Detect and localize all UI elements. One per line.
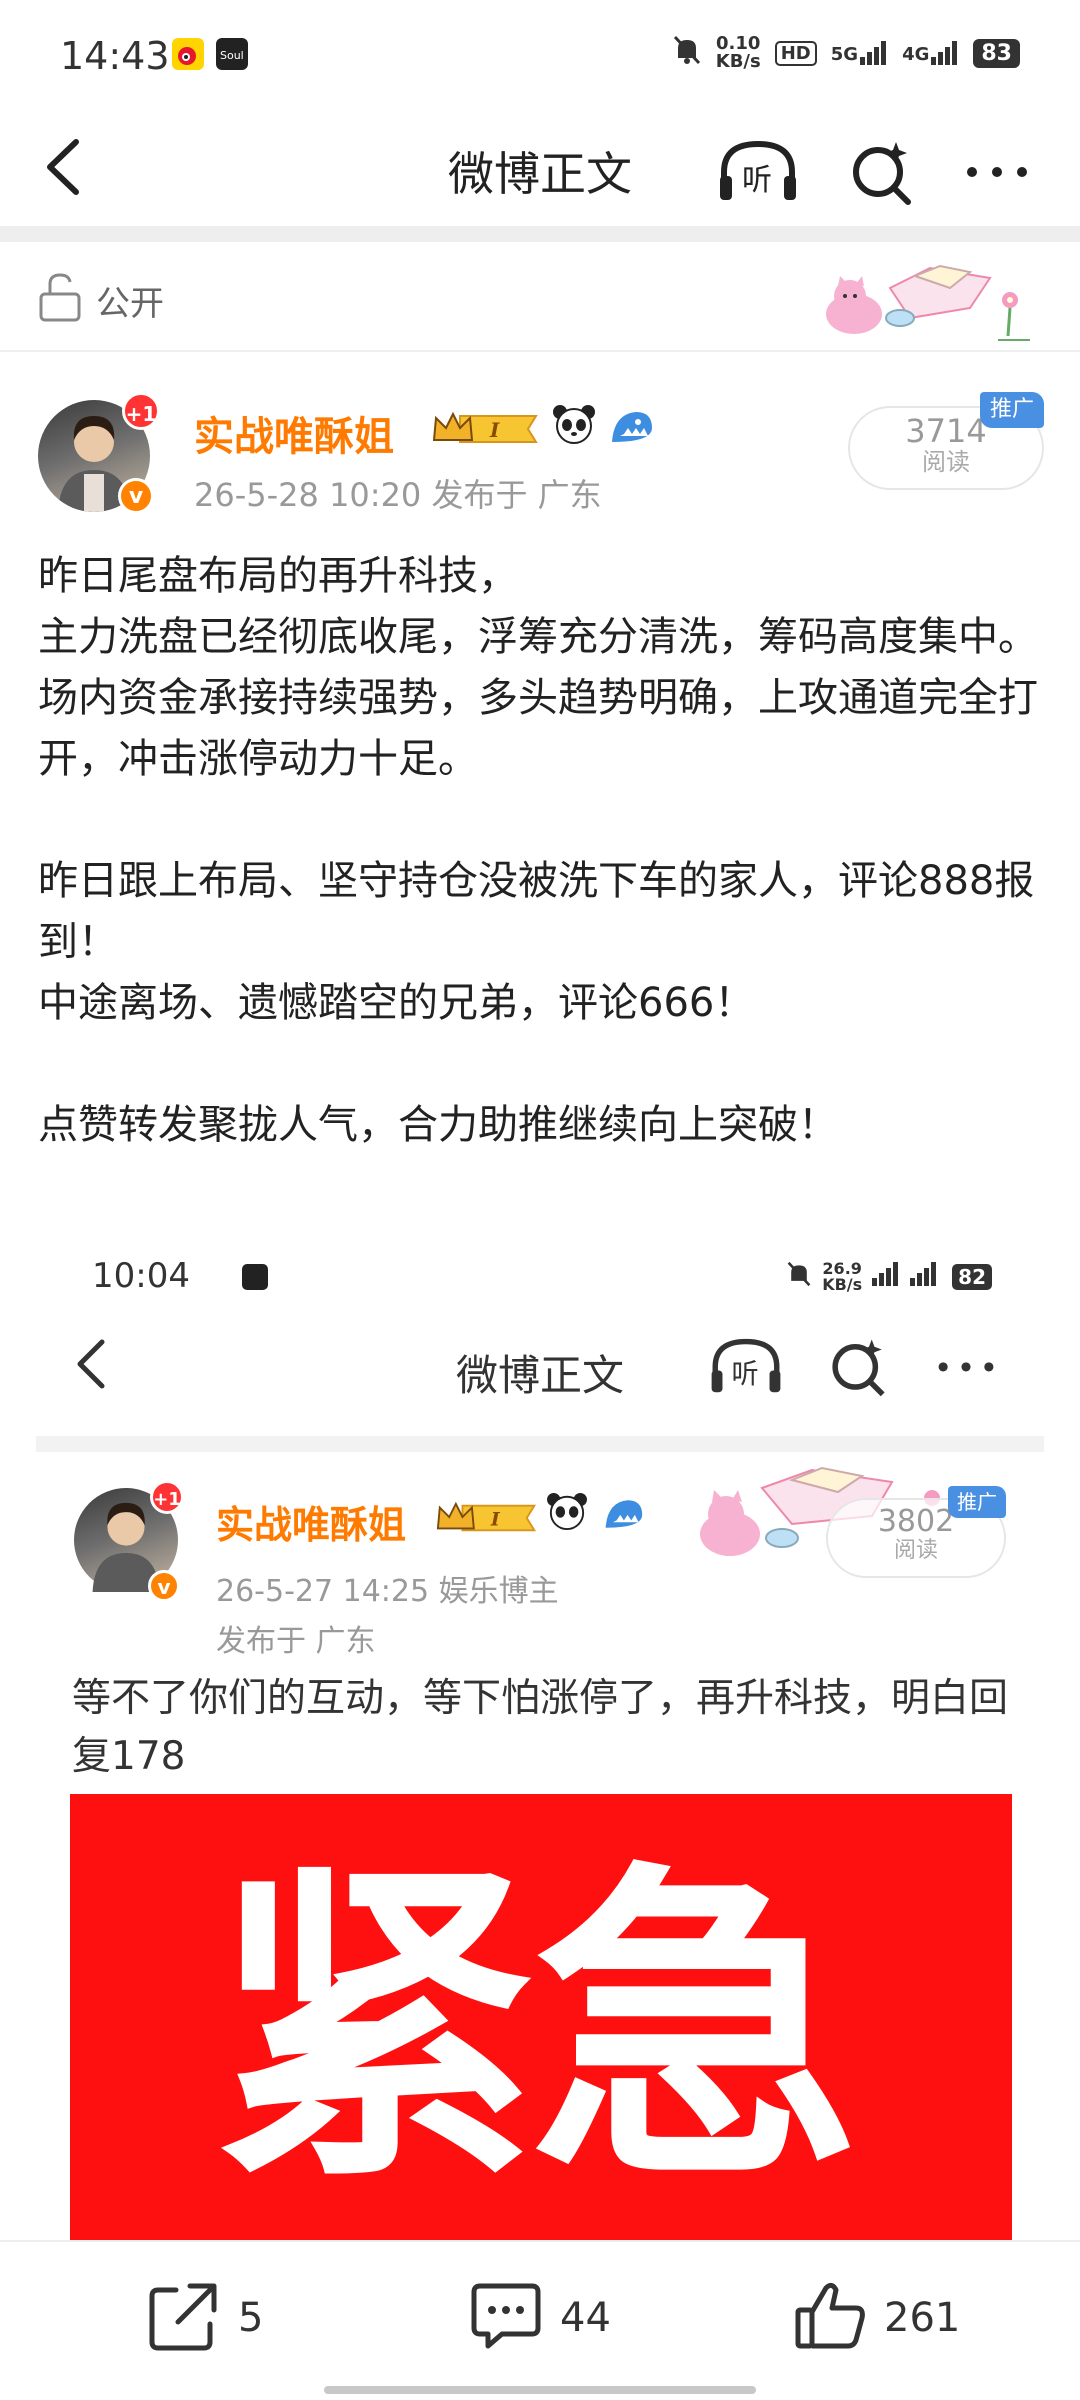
comment-icon (468, 2278, 544, 2358)
battery-indicator: 83 (973, 38, 1020, 68)
post-paragraph-empty (38, 1034, 1048, 1095)
embedded-author-header: +1 v 实战唯酥姐 I 26-5-27 14:25 娱乐博主 发布于 广东 3… (36, 1460, 1044, 1659)
like-count: 261 (884, 2295, 961, 2341)
header-divider (0, 226, 1080, 242)
embedded-avatar-plus-badge: +1 (150, 1480, 184, 1514)
shark-badge-icon (608, 408, 654, 450)
post-meta: 26-5-28 10:20 发布于 广东 (194, 476, 602, 514)
visibility-row: 公开 (0, 242, 1080, 352)
embedded-nav-bar: 微博正文 听 (36, 1320, 1044, 1410)
verified-badge-icon: v (118, 478, 154, 514)
soul-app-icon: Soul (216, 38, 248, 70)
svg-text:I: I (489, 418, 500, 442)
cat-decoration-icon (820, 248, 1040, 352)
comment-count: 44 (560, 2295, 611, 2341)
read-label: 阅读 (922, 448, 970, 476)
embedded-meta-line1: 26-5-27 14:25 娱乐博主 (216, 1574, 559, 1609)
embedded-urgent-image: 紧急 (70, 1794, 1012, 2240)
crown-level-badge-icon: I (432, 408, 542, 450)
bottom-action-bar: 5 44 261 (0, 2240, 1080, 2400)
listen-icon[interactable]: 听 (716, 136, 796, 206)
embedded-status-bar: 10:04 26.9 KB/s 82 (92, 1256, 992, 1296)
visibility-label: 公开 (96, 284, 164, 324)
embedded-more-icon (934, 1334, 998, 1402)
net-speed: 0.10 KB/s (715, 33, 761, 72)
status-time: 14:43 (60, 34, 170, 78)
embedded-author-name: 实战唯酥姐 (216, 1503, 407, 1547)
embedded-shark-icon (602, 1496, 644, 1536)
embedded-verified-icon: v (148, 1570, 180, 1602)
embedded-read-label: 阅读 (893, 1538, 938, 1563)
post-paragraph: 昨日跟上布局、坚守持仓没被洗下车的家人，评论888报到！ (38, 858, 1035, 965)
embedded-battery: 82 (952, 1263, 992, 1290)
svg-text:听: 听 (732, 1359, 759, 1390)
avatar-plus-badge: +1 (122, 392, 160, 430)
thumbs-up-icon (792, 2278, 868, 2358)
embedded-divider (36, 1436, 1044, 1452)
embedded-screenshot-image[interactable]: 10:04 26.9 KB/s 82 微博正文 听 +1 v 实战唯酥姐 I 2… (0, 1250, 1080, 2240)
weibo-app-icon (172, 38, 204, 70)
hd-indicator: HD (774, 40, 817, 66)
svg-text:听: 听 (742, 163, 772, 198)
embedded-signal-icon (872, 1262, 942, 1291)
comment-button[interactable]: 44 (468, 2278, 611, 2358)
share-count: 5 (238, 2295, 264, 2341)
like-button[interactable]: 261 (792, 2278, 960, 2358)
promo-tag[interactable]: 推广 (980, 392, 1044, 428)
post-paragraph: 点赞转发聚拢人气，合力助推继续向上突破！ (38, 1102, 838, 1148)
signal-4g-icon: 4G (902, 41, 959, 65)
signal-5g-icon: 5G (831, 41, 888, 65)
post-paragraph: 主力洗盘已经彻底收尾，浮筹充分清洗，筹码高度集中。 (38, 614, 1038, 660)
top-nav-bar: 微博正文 听 (0, 112, 1080, 224)
embedded-promo-tag: 推广 (948, 1486, 1006, 1518)
svg-text:I: I (490, 1509, 501, 1531)
panda-badge-icon (552, 404, 596, 453)
post-paragraph: 昨日尾盘布局的再升科技， (38, 553, 518, 599)
embedded-urgent-text: 紧急 (210, 1837, 860, 2221)
embedded-page-title: 微博正文 (455, 1351, 624, 1400)
status-bar: 14:43 Soul 0.10 KB/s HD 5G 4G 83 (0, 0, 1080, 112)
post-paragraph: 中途离场、遗憾踏空的兄弟，评论666！ (38, 980, 755, 1026)
embedded-search-icon (826, 1334, 890, 1402)
post-paragraph: 场内资金承接持续强势，多头趋势明确，上攻通道完全打开，冲击涨停动力十足。 (38, 675, 1038, 782)
share-icon (146, 2278, 222, 2358)
mute-icon (672, 34, 702, 72)
unlock-icon (38, 272, 82, 326)
embedded-crown-badge-icon: I (436, 1498, 540, 1538)
embedded-soul-app-icon (242, 1264, 268, 1290)
page-title: 微博正文 (448, 147, 632, 201)
author-name[interactable]: 实战唯酥姐 (194, 404, 394, 462)
search-sparkle-icon[interactable] (846, 136, 916, 206)
embedded-meta-line2: 发布于 广东 (216, 1624, 376, 1659)
post-paragraph-empty (38, 790, 1048, 851)
home-indicator[interactable] (324, 2386, 756, 2394)
post-author-header: +1 v 实战唯酥姐 I 26-5-28 10:20 发布于 广东 3714 阅… (0, 380, 1080, 520)
embedded-panda-icon (546, 1492, 588, 1539)
embedded-listen-icon: 听 (708, 1334, 784, 1402)
embedded-post-text: 等不了你们的互动，等下怕涨停了，再升科技，明白回复178 (72, 1676, 1009, 1779)
share-button[interactable]: 5 (146, 2278, 263, 2358)
more-menu-icon[interactable] (962, 136, 1032, 206)
svg-text:Soul: Soul (220, 49, 244, 62)
post-body: 昨日尾盘布局的再升科技， 主力洗盘已经彻底收尾，浮筹充分清洗，筹码高度集中。 场… (38, 546, 1048, 1156)
embedded-status-time: 10:04 (92, 1256, 190, 1296)
embedded-net-speed: 26.9 KB/s (822, 1258, 863, 1294)
embedded-mute-icon (786, 1260, 812, 1293)
